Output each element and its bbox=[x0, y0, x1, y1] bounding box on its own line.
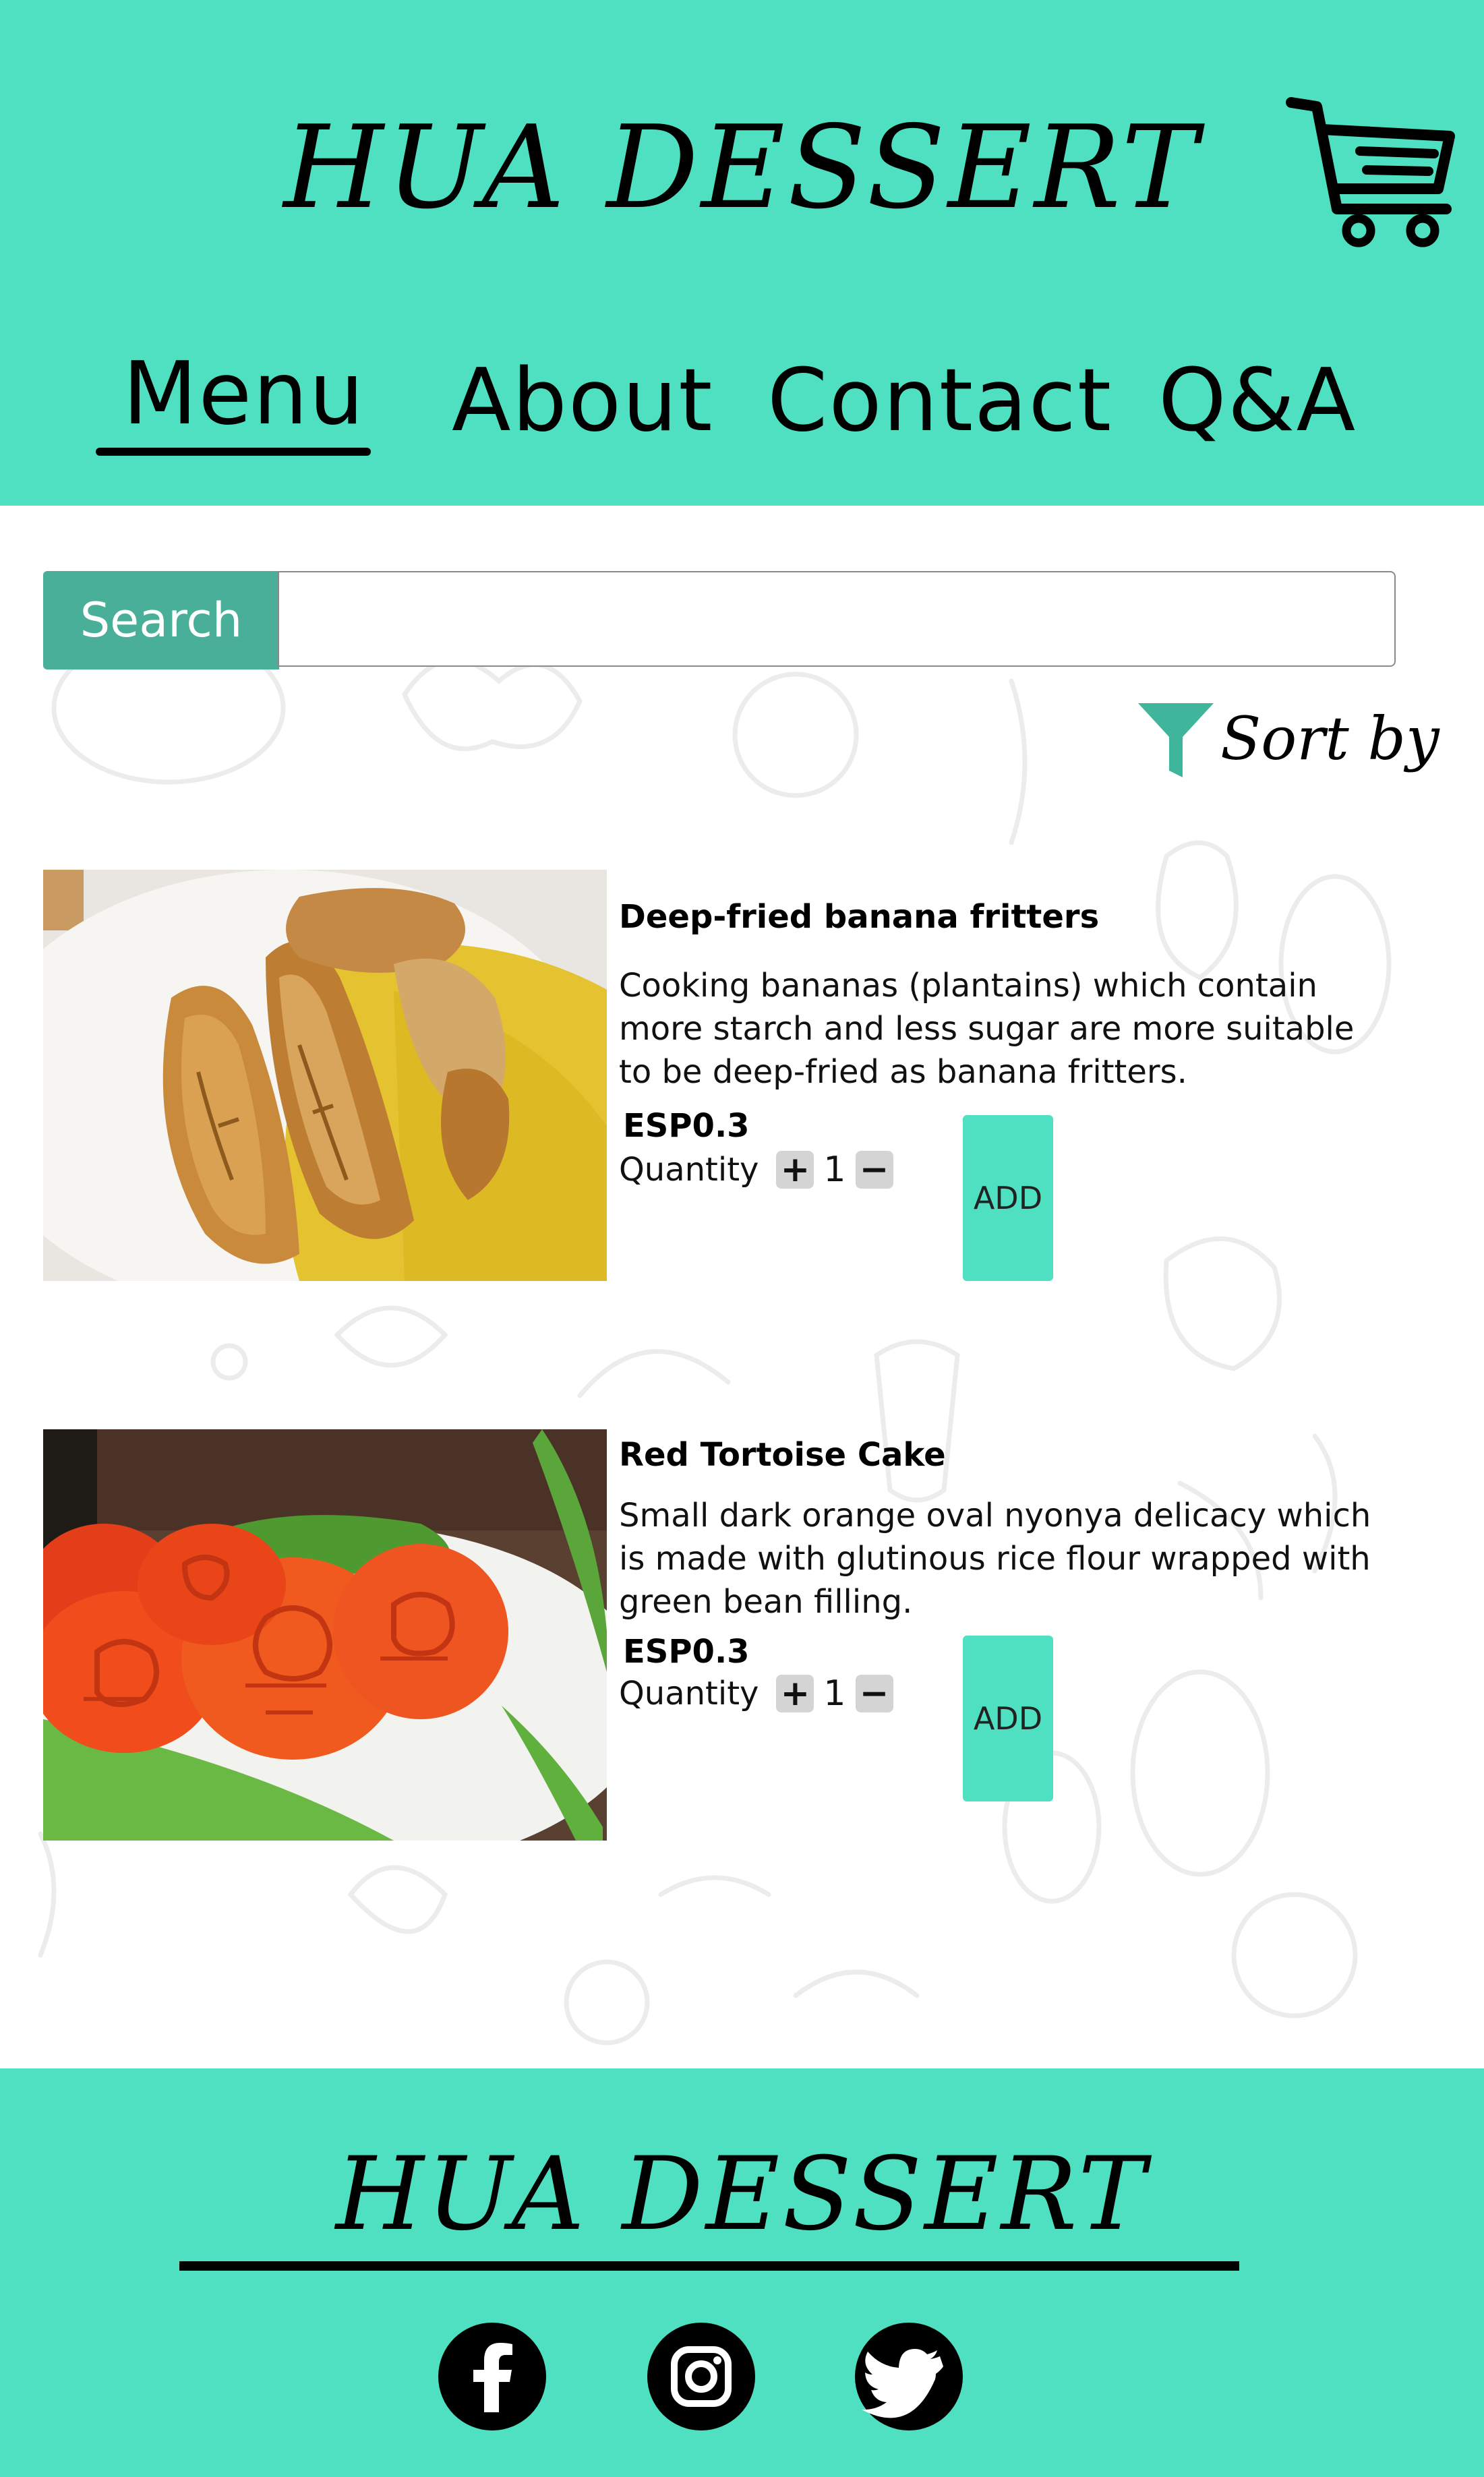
shopping-cart-icon[interactable] bbox=[1284, 94, 1460, 249]
product-price: ESP0.3 bbox=[623, 1633, 750, 1671]
product-details: Red Tortoise Cake Small dark orange oval… bbox=[619, 1429, 1394, 1841]
product-price: ESP0.3 bbox=[623, 1107, 750, 1145]
quantity-label: Quantity bbox=[619, 1151, 759, 1189]
site-footer: HUA DESSERT bbox=[0, 2068, 1484, 2477]
quantity-minus-button[interactable]: − bbox=[855, 1151, 893, 1189]
filter-icon bbox=[1138, 703, 1214, 777]
product-description: Cooking bananas (plantains) which contai… bbox=[619, 967, 1355, 1091]
footer-title: HUA DESSERT bbox=[335, 2136, 1149, 2253]
search-input[interactable] bbox=[278, 571, 1396, 667]
nav-about[interactable]: About bbox=[452, 351, 713, 451]
red-tortoise-cake-image bbox=[43, 1429, 607, 1841]
add-to-cart-button[interactable]: ADD bbox=[963, 1636, 1053, 1801]
nav-contact[interactable]: Contact bbox=[767, 351, 1112, 451]
product-card: Red Tortoise Cake Small dark orange oval… bbox=[43, 1429, 1398, 1841]
site-title: HUA DESSERT bbox=[283, 101, 1201, 235]
quantity-value: 1 bbox=[823, 1673, 846, 1714]
product-title: Deep-fried banana fritters bbox=[619, 898, 1100, 936]
nav-menu[interactable]: Menu bbox=[123, 344, 365, 444]
quantity-stepper: Quantity + 1 − bbox=[619, 1150, 893, 1190]
site-header: HUA DESSERT Menu About Contact Q&A bbox=[0, 0, 1484, 506]
sort-by-control[interactable]: Sort by bbox=[1135, 698, 1440, 779]
footer-divider bbox=[179, 2261, 1239, 2271]
banana-fritters-image bbox=[43, 870, 607, 1281]
instagram-icon[interactable] bbox=[646, 2321, 756, 2432]
add-to-cart-button[interactable]: ADD bbox=[963, 1115, 1053, 1281]
menu-content: Search Sort by Deep-fried banana fritter… bbox=[0, 506, 1484, 2068]
facebook-icon[interactable] bbox=[437, 2321, 547, 2432]
sort-by-label: Sort by bbox=[1220, 703, 1440, 773]
quantity-label: Quantity bbox=[619, 1675, 759, 1712]
quantity-value: 1 bbox=[823, 1150, 846, 1190]
product-title: Red Tortoise Cake bbox=[619, 1436, 946, 1474]
twitter-icon[interactable] bbox=[854, 2321, 964, 2432]
quantity-plus-button[interactable]: + bbox=[776, 1675, 814, 1712]
quantity-minus-button[interactable]: − bbox=[855, 1675, 893, 1712]
nav-qa[interactable]: Q&A bbox=[1158, 351, 1357, 451]
product-card: Deep-fried banana fritters Cooking banan… bbox=[43, 870, 1398, 1281]
product-description: Small dark orange oval nyonya delicacy w… bbox=[619, 1497, 1371, 1621]
quantity-plus-button[interactable]: + bbox=[776, 1151, 814, 1189]
quantity-stepper: Quantity + 1 − bbox=[619, 1673, 893, 1714]
nav-active-underline bbox=[96, 448, 371, 456]
search-button[interactable]: Search bbox=[43, 571, 279, 669]
product-details: Deep-fried banana fritters Cooking banan… bbox=[619, 870, 1394, 1281]
